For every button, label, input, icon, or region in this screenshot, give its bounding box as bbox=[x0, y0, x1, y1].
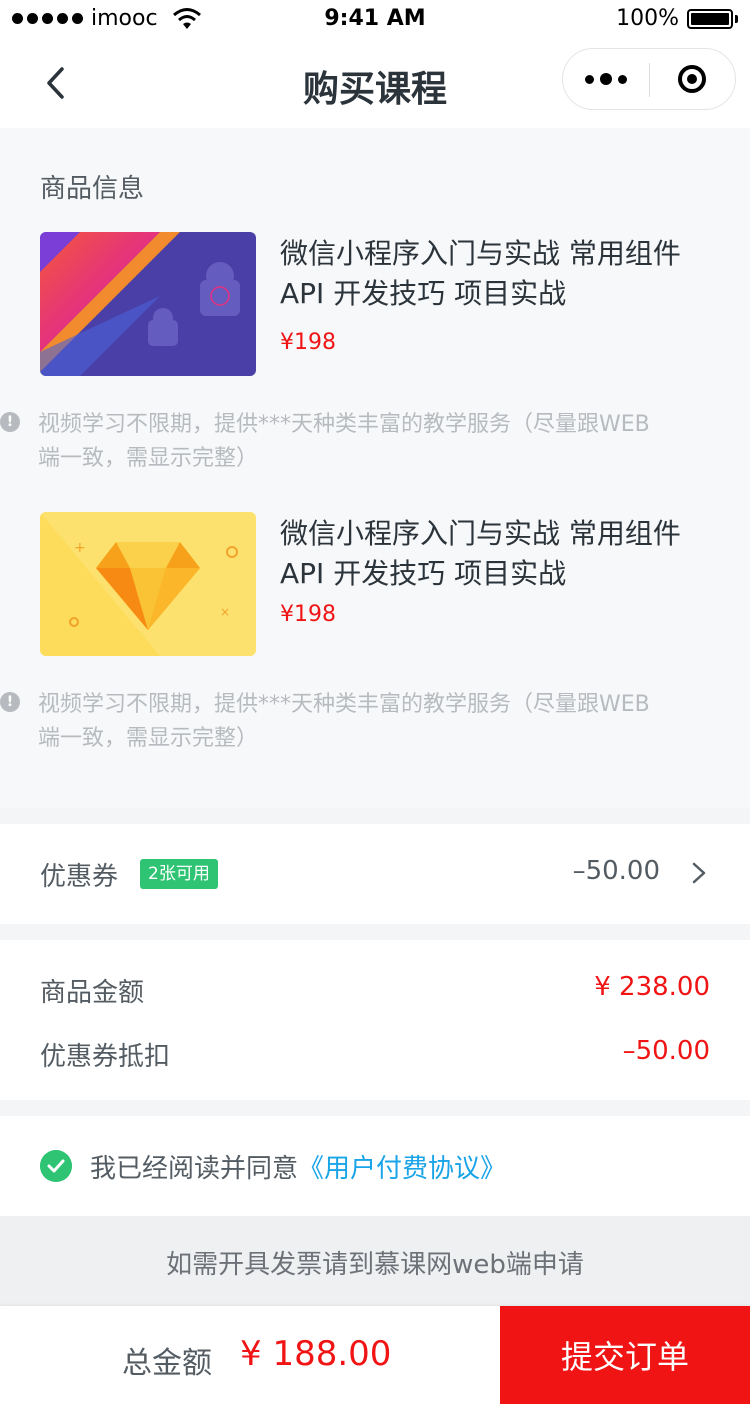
status-bar: imooc 9:41 AM 100% bbox=[0, 0, 750, 40]
service-note: ! 视频学习不限期，提供***天种类丰富的教学服务（尽量跟WEB端一致，需显示完… bbox=[0, 408, 670, 476]
amount-summary: 商品金额 ¥ 238.00 优惠券抵扣 –50.00 bbox=[0, 940, 750, 1100]
status-right: 100% bbox=[616, 6, 738, 31]
battery-nub bbox=[735, 14, 738, 23]
amount-row: 商品金额 ¥ 238.00 bbox=[40, 972, 710, 1012]
amount-label: 商品金额 bbox=[40, 978, 145, 1008]
amount-row: 优惠券抵扣 –50.00 bbox=[40, 1036, 710, 1076]
product-item[interactable]: + × 微信小程序入门与实战 常用组件API 开发技巧 项目实战 ¥198 bbox=[40, 512, 710, 656]
service-note-text: 视频学习不限期，提供***天种类丰富的教学服务（尽量跟WEB端一致，需显示完整） bbox=[38, 412, 650, 471]
product-title: 微信小程序入门与实战 常用组件API 开发技巧 项目实战 bbox=[280, 237, 681, 310]
amount-value: –50.00 bbox=[622, 1036, 710, 1066]
agreement-label: 我已经阅读并同意 bbox=[90, 1154, 299, 1184]
product-price: ¥198 bbox=[280, 330, 336, 355]
total-value: ¥ 188.00 bbox=[240, 1334, 392, 1374]
service-note-text: 视频学习不限期，提供***天种类丰富的教学服务（尽量跟WEB端一致，需显示完整） bbox=[38, 692, 650, 751]
invoice-note-text: 如需开具发票请到慕课网web端申请 bbox=[166, 1250, 584, 1280]
checkout-footer: 总金额 ¥ 188.00 提交订单 bbox=[0, 1306, 750, 1404]
agreement-row: 我已经阅读并同意《用户付费协议》 bbox=[0, 1116, 750, 1216]
amount-value: ¥ 238.00 bbox=[594, 972, 710, 1002]
invoice-note: 如需开具发票请到慕课网web端申请 bbox=[0, 1216, 750, 1306]
close-miniprogram-button[interactable] bbox=[649, 49, 735, 109]
svg-text:×: × bbox=[220, 605, 230, 619]
coupon-row[interactable]: 优惠券 2张可用 –50.00 bbox=[0, 824, 750, 924]
info-icon: ! bbox=[0, 412, 20, 432]
coupon-value: –50.00 bbox=[572, 856, 660, 886]
agreement-text: 我已经阅读并同意《用户付费协议》 bbox=[90, 1148, 506, 1185]
more-button[interactable] bbox=[563, 49, 649, 109]
chevron-right-icon bbox=[692, 862, 706, 884]
submit-order-button[interactable]: 提交订单 bbox=[500, 1306, 750, 1404]
product-title: 微信小程序入门与实战 常用组件API 开发技巧 项目实战 bbox=[280, 517, 681, 590]
coupon-label: 优惠券 bbox=[40, 862, 119, 892]
svg-text:+: + bbox=[74, 540, 86, 556]
battery-percent: 100% bbox=[616, 6, 679, 31]
android-course-thumbnail bbox=[40, 232, 256, 376]
coupon-available-badge: 2张可用 bbox=[140, 859, 218, 889]
agreement-link[interactable]: 《用户付费协议》 bbox=[298, 1154, 506, 1184]
sketch-diamond-thumbnail: + × bbox=[40, 512, 256, 656]
amount-label: 优惠券抵扣 bbox=[40, 1042, 171, 1072]
info-icon: ! bbox=[0, 692, 20, 712]
product-section: 商品信息 微信小程序入门与实战 常用组件API 开发技巧 项目实战 ¥198 !… bbox=[0, 128, 750, 808]
product-item[interactable]: 微信小程序入门与实战 常用组件API 开发技巧 项目实战 ¥198 bbox=[40, 232, 710, 376]
nav-bar: 购买课程 bbox=[0, 40, 750, 128]
checkbox-checked-icon[interactable] bbox=[40, 1150, 72, 1182]
section-title: 商品信息 bbox=[40, 174, 145, 204]
target-icon bbox=[678, 65, 706, 93]
service-note: ! 视频学习不限期，提供***天种类丰富的教学服务（尽量跟WEB端一致，需显示完… bbox=[0, 688, 670, 756]
battery-icon bbox=[687, 8, 733, 29]
mini-program-capsule bbox=[562, 48, 736, 110]
product-price: ¥198 bbox=[280, 602, 336, 627]
total-label: 总金额 bbox=[122, 1346, 212, 1381]
